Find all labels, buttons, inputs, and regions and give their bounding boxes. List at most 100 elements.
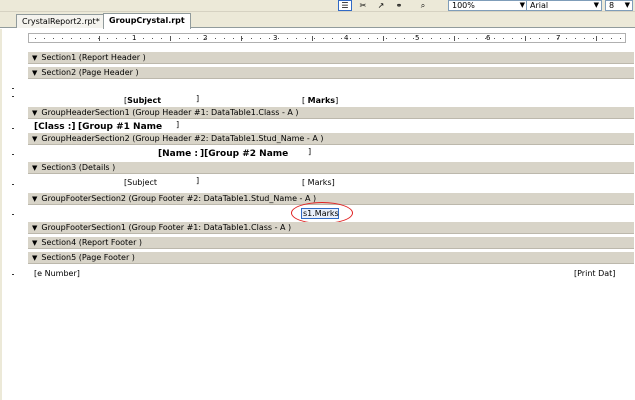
link-icon[interactable]: ⚭ (392, 0, 406, 11)
gutter-marker (12, 96, 14, 97)
name-label-field[interactable]: [Name : (158, 149, 198, 159)
collapse-triangle-icon[interactable]: ▼ (32, 195, 37, 203)
ruler-dot (413, 38, 414, 39)
gutter-marker (12, 128, 14, 129)
details-subject-field[interactable]: [Subject (124, 178, 157, 188)
list-view-icon[interactable]: ☰ (338, 0, 352, 11)
ruler-dot (134, 38, 135, 39)
print-date-field[interactable]: [Print Dat] (574, 269, 615, 279)
ruler-number: 4 (344, 34, 349, 42)
ruler-tick (99, 36, 100, 41)
chevron-down-icon: ▼ (593, 1, 599, 9)
ruler-dot (296, 38, 297, 39)
ruler-dot (125, 38, 126, 39)
collapse-triangle-icon[interactable]: ▼ (32, 254, 37, 262)
highlight-ellipse (291, 202, 353, 224)
ruler-dot (260, 38, 261, 39)
section-bar-group-header-2[interactable]: ▼ GroupHeaderSection2 (Group Header #2: D… (28, 133, 634, 145)
page-number-field[interactable]: [e Number] (34, 269, 80, 279)
ruler-dot (530, 38, 531, 39)
ruler-dot (368, 38, 369, 39)
section-bar-report-footer[interactable]: ▼ Section4 (Report Footer ) (28, 237, 634, 249)
section-label: Section1 (Report Header ) (41, 53, 146, 62)
collapse-triangle-icon[interactable]: ▼ (32, 54, 37, 62)
collapse-triangle-icon[interactable]: ▼ (32, 224, 37, 232)
group2-name-field[interactable]: ][Group #2 Name (200, 149, 288, 159)
section-bar-page-header[interactable]: ▼ Section2 (Page Header ) (28, 67, 634, 79)
ruler-dot (512, 38, 513, 39)
ruler-dot (143, 38, 144, 39)
section-label: Section4 (Report Footer ) (41, 238, 143, 247)
ruler-dot (602, 38, 603, 39)
ruler-tick (596, 36, 597, 41)
zoom-select[interactable]: 100% ▼ (448, 0, 528, 11)
gutter-marker (12, 184, 14, 185)
ruler-tick (170, 36, 171, 41)
ruler-dot (242, 38, 243, 39)
collapse-triangle-icon[interactable]: ▼ (32, 109, 37, 117)
toolbar: ☰ ✂ ↗ ⚭ ⌕ 100% ▼ Arial ▼ 8 ▼ (0, 0, 635, 12)
ruler-number: 5 (415, 34, 420, 42)
ruler-dot (440, 38, 441, 39)
ruler-dot (206, 38, 207, 39)
ruler-tick (312, 36, 313, 41)
chevron-down-icon: ▼ (624, 1, 630, 9)
section-bar-details[interactable]: ▼ Section3 (Details ) (28, 162, 634, 174)
ruler-dot (116, 38, 117, 39)
ruler-number: 3 (273, 34, 278, 42)
group1-name-field[interactable]: [Group #1 Name (78, 122, 162, 132)
section-label: Section5 (Page Footer ) (41, 253, 135, 262)
collapse-triangle-icon[interactable]: ▼ (32, 69, 37, 77)
ruler-dot (593, 38, 594, 39)
ruler-dot (233, 38, 234, 39)
chart-icon[interactable]: ↗ (374, 0, 388, 11)
tab-groupcrystal[interactable]: GroupCrystal.rpt (103, 13, 191, 29)
chevron-down-icon: ▼ (519, 1, 525, 9)
gutter-marker (12, 274, 14, 275)
font-size-select[interactable]: 8 ▼ (605, 0, 633, 11)
ruler-dot (575, 38, 576, 39)
details-marks-field[interactable]: [ Marks] (302, 178, 335, 188)
ruler-dot (224, 38, 225, 39)
section-bar-report-header[interactable]: ▼ Section1 (Report Header ) (28, 52, 634, 64)
ruler-dot (62, 38, 63, 39)
ruler-dot (188, 38, 189, 39)
ruler-dot (89, 38, 90, 39)
ruler-dot (107, 38, 108, 39)
ruler-dot (386, 38, 387, 39)
ruler-dot (251, 38, 252, 39)
ruler-dot (566, 38, 567, 39)
left-border (0, 29, 2, 400)
ruler-dot (278, 38, 279, 39)
ruler-dot (161, 38, 162, 39)
ruler-dot (521, 38, 522, 39)
ruler-dot (341, 38, 342, 39)
section-label: GroupHeaderSection1 (Group Header #1: Da… (41, 108, 299, 117)
ruler-dot (395, 38, 396, 39)
section-bar-page-footer[interactable]: ▼ Section5 (Page Footer ) (28, 252, 634, 264)
tools-icon[interactable]: ✂ (356, 0, 370, 11)
collapse-triangle-icon[interactable]: ▼ (32, 239, 37, 247)
class-label-field[interactable]: [Class :] (34, 122, 75, 132)
ruler-dot (611, 38, 612, 39)
tab-crystalreport2[interactable]: CrystalReport2.rpt* (16, 14, 106, 28)
ruler-tick (525, 36, 526, 41)
font-select[interactable]: Arial ▼ (526, 0, 602, 11)
section-bar-group-header-1[interactable]: ▼ GroupHeaderSection1 (Group Header #1: D… (28, 107, 634, 119)
field-bracket: ] (196, 94, 200, 103)
section-bar-group-footer-1[interactable]: ▼ GroupFooterSection1 (Group Footer #1: D… (28, 222, 634, 234)
page-header-marks-field[interactable]: [ Marks] (302, 96, 338, 106)
section-label: GroupFooterSection2 (Group Footer #2: Da… (41, 194, 317, 203)
ruler-dot (476, 38, 477, 39)
ruler-dot (557, 38, 558, 39)
zoom-icon[interactable]: ⌕ (416, 0, 430, 11)
collapse-triangle-icon[interactable]: ▼ (32, 164, 37, 172)
ruler-tick (241, 36, 242, 41)
ruler-dot (467, 38, 468, 39)
page-header-subject-field[interactable]: [Subject (124, 96, 161, 106)
ruler-dot (539, 38, 540, 39)
ruler-dot (215, 38, 216, 39)
horizontal-ruler[interactable]: 1 2 3 4 5 6 7 (28, 33, 626, 43)
ruler-dot (305, 38, 306, 39)
collapse-triangle-icon[interactable]: ▼ (32, 135, 37, 143)
